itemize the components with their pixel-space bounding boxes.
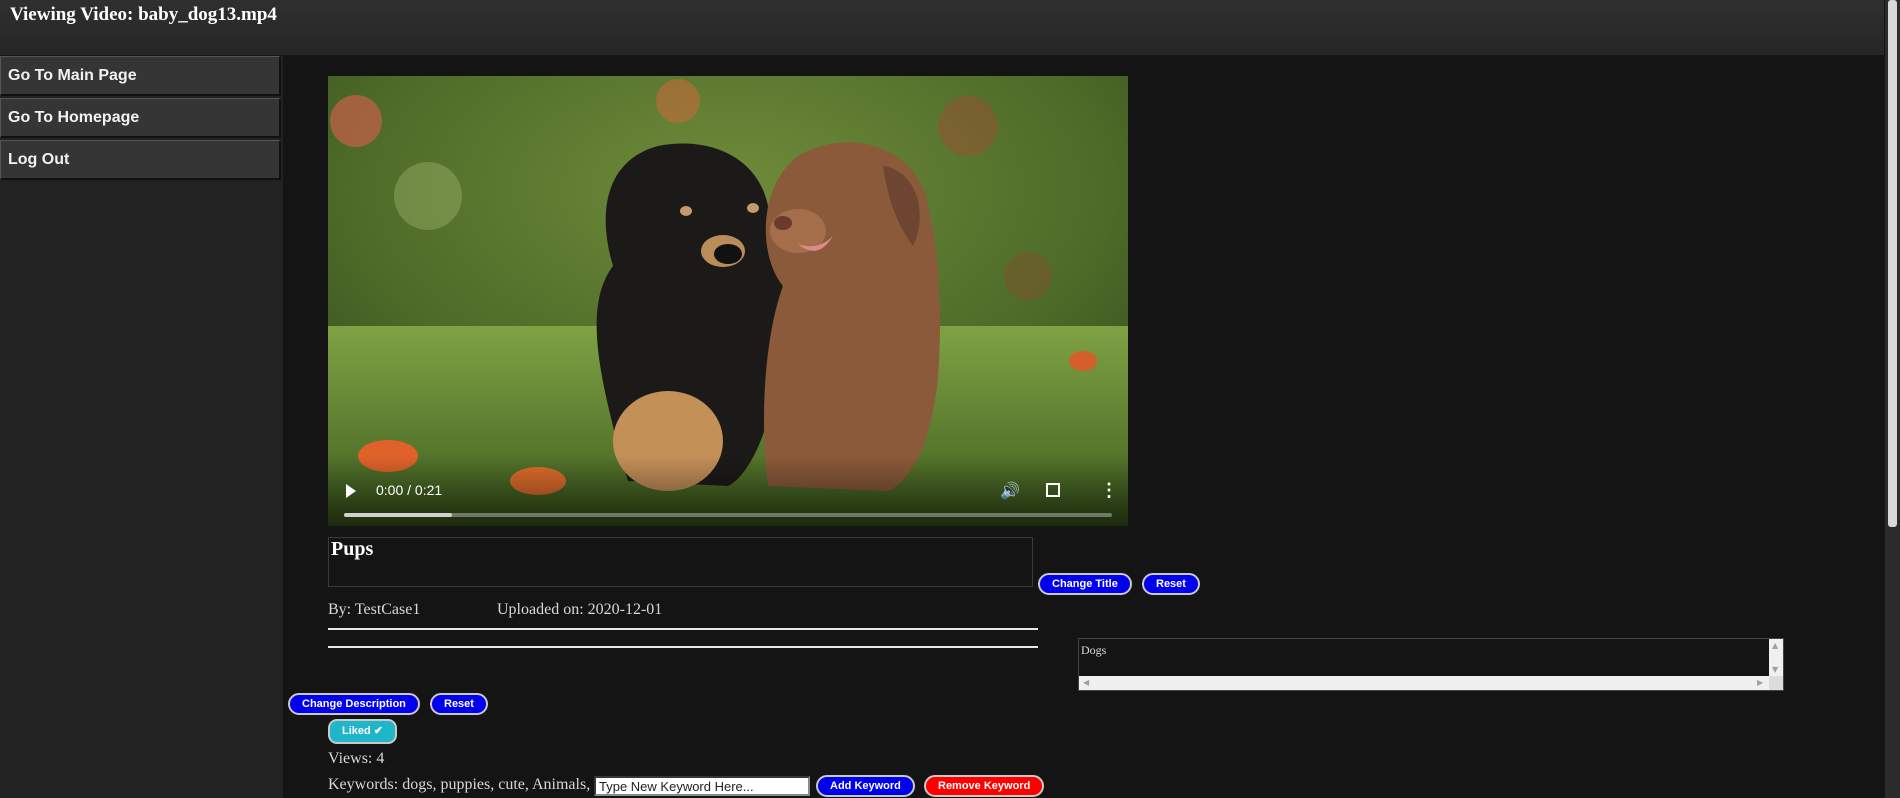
scroll-up-icon[interactable]: ▲ xyxy=(1772,641,1778,650)
change-description-button[interactable]: Change Description xyxy=(288,693,420,715)
keyword-input[interactable] xyxy=(594,776,810,796)
categories-textbox[interactable]: Dogs ▲ ▼ ◀ ▶ xyxy=(1078,638,1784,691)
divider xyxy=(328,628,1038,630)
view-count: Views: 4 xyxy=(328,750,385,767)
scroll-down-icon[interactable]: ▼ xyxy=(1772,665,1778,674)
add-keyword-button[interactable]: Add Keyword xyxy=(816,775,915,797)
reset-description-button[interactable]: Reset xyxy=(430,693,488,715)
video-time: 0:00 / 0:21 xyxy=(376,482,443,498)
scroll-left-icon[interactable]: ◀ xyxy=(1083,678,1089,687)
video-player[interactable]: 0:00 / 0:21 🔊 ⋮ xyxy=(328,76,1128,526)
uploader: By: TestCase1 xyxy=(328,601,421,618)
log-out-button[interactable]: Log Out xyxy=(0,140,281,180)
reset-title-button[interactable]: Reset xyxy=(1142,573,1200,595)
sidebar: Go To Main Page Go To Homepage Log Out xyxy=(0,56,283,798)
fullscreen-icon[interactable] xyxy=(1046,483,1060,497)
categories-text: Dogs xyxy=(1081,643,1107,657)
go-to-homepage-button[interactable]: Go To Homepage xyxy=(0,98,281,138)
video-title-box[interactable]: Pups xyxy=(328,537,1033,587)
page-scrollbar[interactable] xyxy=(1885,0,1900,798)
upload-date: Uploaded on: 2020-12-01 xyxy=(497,601,663,618)
liked-button[interactable]: Liked ✔ xyxy=(328,719,398,744)
scroll-right-icon[interactable]: ▶ xyxy=(1757,678,1763,687)
change-title-button[interactable]: Change Title xyxy=(1038,573,1132,595)
textbox-vertical-scrollbar[interactable]: ▲ ▼ xyxy=(1769,639,1783,676)
go-to-main-page-button[interactable]: Go To Main Page xyxy=(0,56,281,96)
page-title: Viewing Video: baby_dog13.mp4 xyxy=(10,4,277,25)
volume-icon[interactable]: 🔊 xyxy=(1000,481,1020,501)
play-icon[interactable] xyxy=(346,484,356,498)
keywords-list: Keywords: dogs, puppies, cute, Animals, xyxy=(328,776,591,793)
video-controls: 0:00 / 0:21 🔊 ⋮ xyxy=(328,456,1128,526)
description-divider xyxy=(328,646,1038,648)
textbox-horizontal-scrollbar[interactable]: ◀ ▶ xyxy=(1079,676,1769,690)
video-title: Pups xyxy=(331,538,374,560)
remove-keyword-button[interactable]: Remove Keyword xyxy=(924,775,1045,797)
more-options-icon[interactable]: ⋮ xyxy=(1100,480,1118,501)
header-bar: Viewing Video: baby_dog13.mp4 xyxy=(0,0,1884,55)
video-progress-bar[interactable] xyxy=(344,513,1112,517)
